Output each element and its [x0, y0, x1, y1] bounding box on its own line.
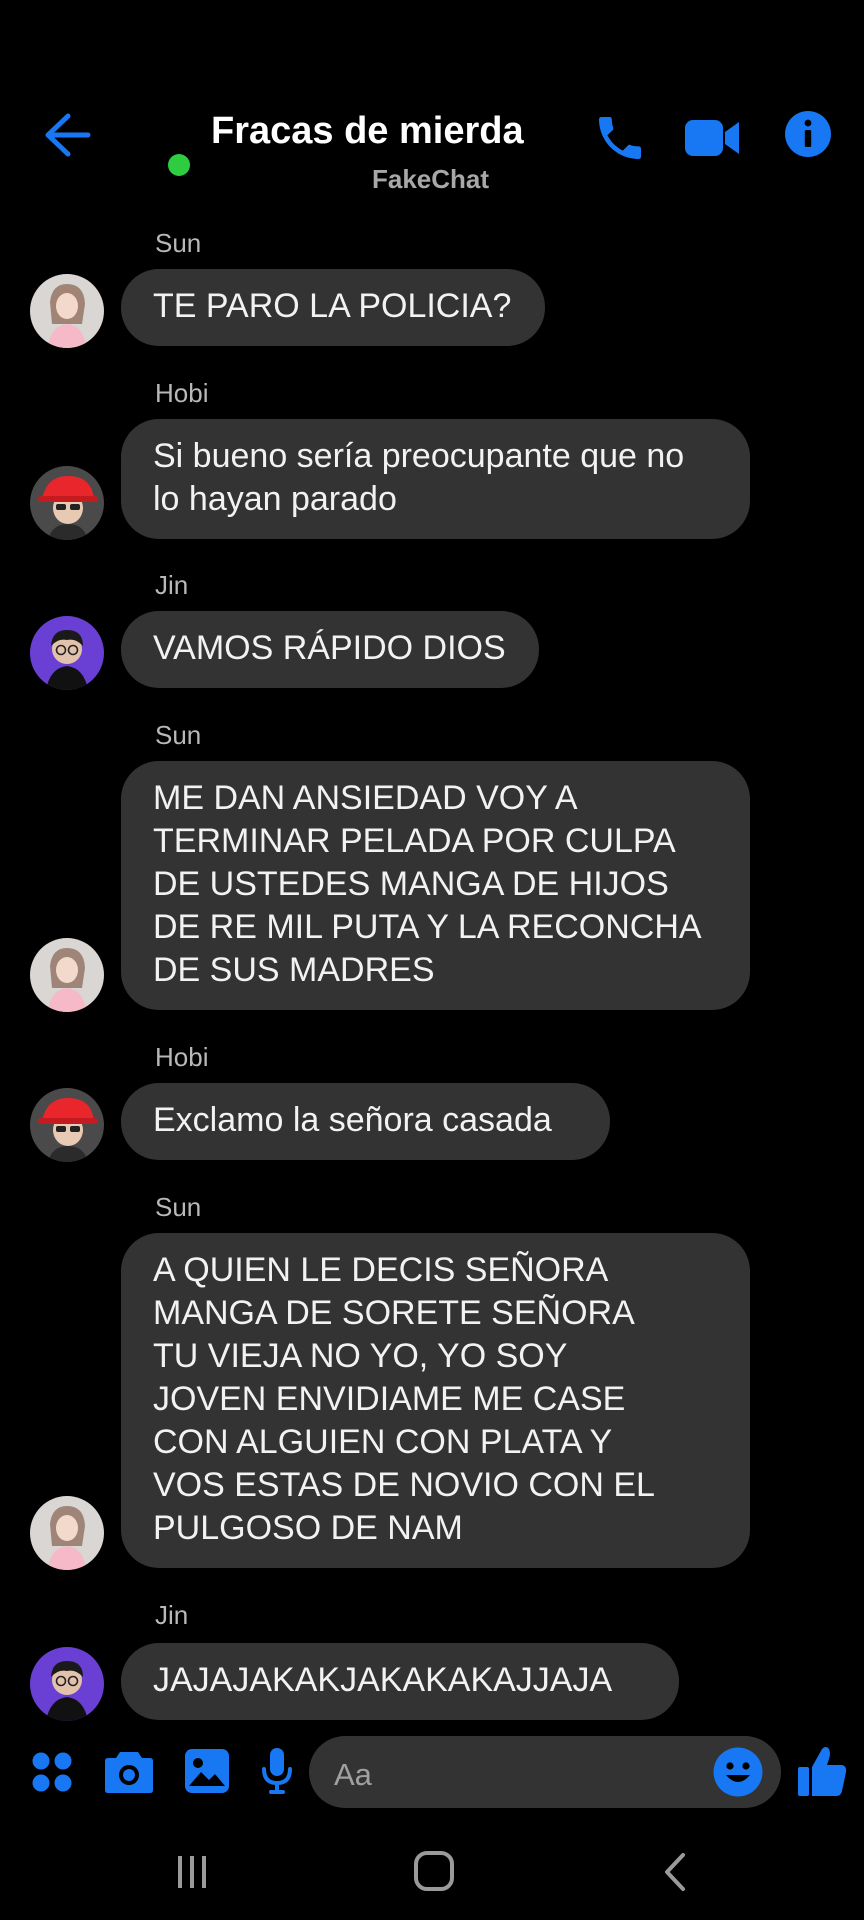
recent-apps-icon[interactable]	[176, 1854, 208, 1890]
chat-header: Fracas de mierda FakeChat	[0, 0, 864, 210]
apps-icon[interactable]	[30, 1750, 74, 1794]
avatar[interactable]	[30, 616, 104, 690]
home-icon[interactable]	[413, 1850, 455, 1892]
message-sender: Jin	[155, 570, 189, 600]
back-arrow-icon[interactable]	[40, 110, 94, 160]
back-icon[interactable]	[662, 1852, 688, 1892]
message-bubble[interactable]: ME DAN ANSIEDAD VOY A TERMINAR PELADA PO…	[121, 761, 750, 1010]
message-bubble[interactable]: Si bueno sería preocupante que no lo hay…	[121, 419, 750, 539]
message-input[interactable]	[309, 1736, 781, 1808]
avatar[interactable]	[30, 1088, 104, 1162]
message-bubble[interactable]: JAJAJAKAKJAKAKAKAJJAJA	[121, 1643, 679, 1720]
avatar[interactable]	[30, 1647, 104, 1721]
message-sender: Jin	[155, 1600, 189, 1630]
info-icon[interactable]	[784, 110, 832, 158]
message-sender: Sun	[155, 720, 202, 750]
emoji-icon[interactable]	[713, 1747, 763, 1797]
video-call-icon[interactable]	[683, 114, 741, 162]
message-bubble[interactable]: A QUIEN LE DECIS SEÑORA MANGA DE SORETE …	[121, 1233, 750, 1568]
camera-icon[interactable]	[104, 1748, 154, 1794]
microphone-icon[interactable]	[261, 1747, 293, 1797]
chat-subtitle: FakeChat	[372, 164, 490, 194]
message-input-placeholder: Aa	[334, 1757, 372, 1792]
message-bubble[interactable]: TE PARO LA POLICIA?	[121, 269, 545, 346]
message-sender: Hobi	[155, 1042, 209, 1072]
gallery-icon[interactable]	[184, 1748, 230, 1794]
message-bubble[interactable]: Exclamo la señora casada	[121, 1083, 610, 1160]
thumbs-up-icon[interactable]	[797, 1745, 847, 1797]
message-bubble[interactable]: VAMOS RÁPIDO DIOS	[121, 611, 539, 688]
avatar[interactable]	[30, 938, 104, 1012]
online-status-dot	[168, 154, 190, 176]
avatar[interactable]	[30, 274, 104, 348]
chat-title[interactable]: Fracas de mierda	[211, 110, 524, 153]
message-sender: Sun	[155, 1192, 202, 1222]
avatar[interactable]	[30, 1496, 104, 1570]
message-sender: Hobi	[155, 378, 209, 408]
phone-icon[interactable]	[592, 110, 648, 166]
avatar[interactable]	[30, 466, 104, 540]
message-sender: Sun	[155, 228, 202, 258]
